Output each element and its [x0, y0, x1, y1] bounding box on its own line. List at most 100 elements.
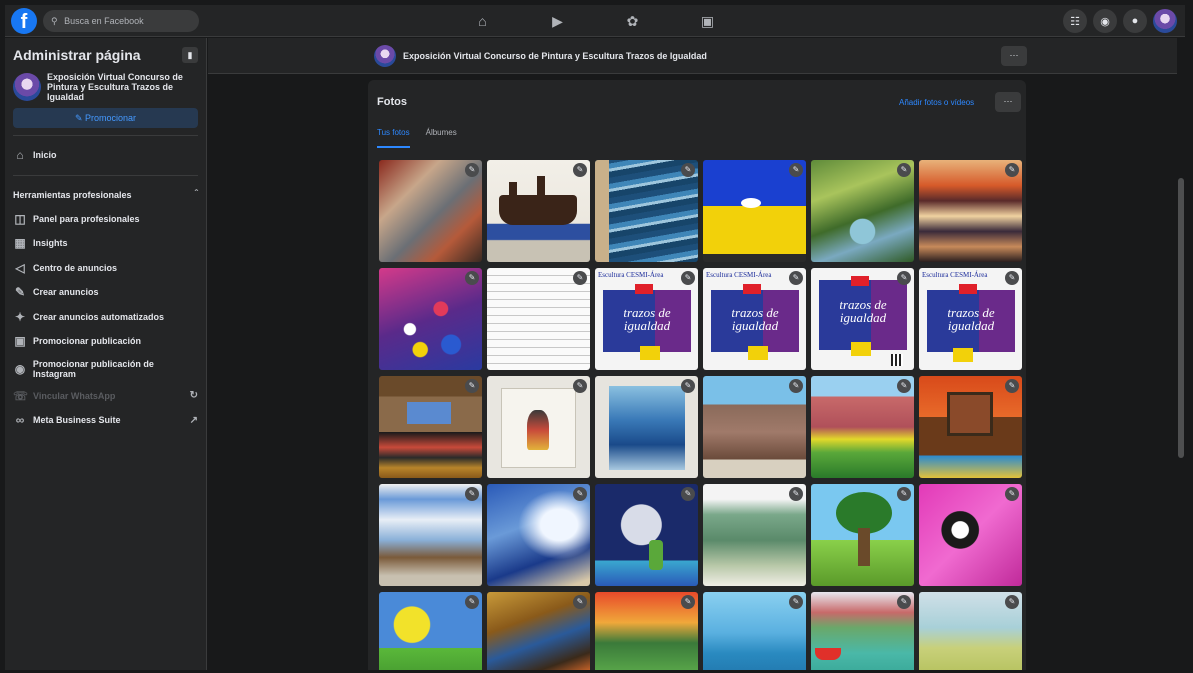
photo-thumbnail[interactable]: ✎ — [703, 484, 806, 586]
photo-thumbnail[interactable]: Escultura CESMI-Área trazos de igualdad … — [919, 268, 1022, 370]
photo-thumbnail[interactable]: Escultura CESMI-Área trazos de igualdad … — [595, 268, 698, 370]
photo-thumbnail[interactable]: ✎ — [487, 376, 590, 478]
photo-thumbnail[interactable]: ✎ — [919, 376, 1022, 478]
edit-pencil-icon[interactable]: ✎ — [789, 271, 803, 285]
edit-pencil-icon[interactable]: ✎ — [573, 163, 587, 177]
edit-pencil-icon[interactable]: ✎ — [897, 163, 911, 177]
photo-thumbnail[interactable]: ✎ — [595, 376, 698, 478]
photo-thumbnail[interactable]: ✎ — [811, 376, 914, 478]
photo-thumbnail[interactable]: ✎ — [703, 160, 806, 262]
edit-pencil-icon[interactable]: ✎ — [789, 379, 803, 393]
photo-thumbnail[interactable]: ✎ — [595, 160, 698, 262]
tools-section-header[interactable]: Herramientas profesionales ˆ — [13, 183, 198, 207]
edit-pencil-icon[interactable]: ✎ — [897, 271, 911, 285]
sidebar-item-label: Inicio — [33, 150, 57, 161]
page-title[interactable]: Exposición Virtual Concurso de Pintura y… — [403, 51, 707, 61]
add-photos-link[interactable]: Añadir fotos o vídeos — [899, 98, 974, 107]
photo-thumbnail[interactable]: ✎ — [811, 484, 914, 586]
photo-thumbnail[interactable]: trazos de igualdad ✎ — [811, 268, 914, 370]
edit-pencil-icon[interactable]: ✎ — [573, 595, 587, 609]
bell-icon[interactable]: ● — [1123, 9, 1147, 33]
photos-more-button[interactable]: ··· — [995, 92, 1021, 112]
photo-thumbnail[interactable]: ✎ — [379, 376, 482, 478]
edit-pencil-icon[interactable]: ✎ — [1005, 487, 1019, 501]
sidebar-item-professional-dashboard[interactable]: ◫ Panel para profesionales — [13, 207, 198, 232]
photo-thumbnail[interactable]: ✎ — [703, 376, 806, 478]
photo-thumbnail[interactable]: ✎ — [487, 160, 590, 262]
sidebar-item-link-whatsapp[interactable]: ☏ Vincular WhatsApp ↻ — [13, 384, 198, 409]
page-scrollbar[interactable] — [1177, 38, 1185, 670]
sidebar-item-automated-ads[interactable]: ✦ Crear anuncios automatizados — [13, 305, 198, 330]
tab-your-photos[interactable]: Tus fotos — [377, 128, 410, 148]
page-avatar[interactable] — [374, 45, 396, 67]
tab-albums[interactable]: Álbumes — [426, 128, 457, 148]
whatsapp-icon: ☏ — [13, 388, 29, 403]
photo-thumbnail[interactable]: ✎ — [379, 592, 482, 670]
edit-pencil-icon[interactable]: ✎ — [465, 271, 479, 285]
menu-grid-icon[interactable]: ☷ — [1063, 9, 1087, 33]
sidebar-item-inicio[interactable]: ⌂ Inicio — [13, 143, 198, 168]
collapse-sidebar-icon[interactable]: ▮ — [182, 47, 198, 63]
profile-avatar[interactable] — [1153, 9, 1177, 33]
edit-pencil-icon[interactable]: ✎ — [681, 487, 695, 501]
edit-pencil-icon[interactable]: ✎ — [465, 595, 479, 609]
photo-thumbnail[interactable]: ✎ — [379, 484, 482, 586]
gaming-icon[interactable]: ▣ — [670, 5, 745, 37]
search-input[interactable]: ⚲ Busca en Facebook — [43, 10, 199, 32]
edit-pencil-icon[interactable]: ✎ — [573, 379, 587, 393]
promote-button[interactable]: ✎ Promocionar — [13, 108, 198, 128]
groups-icon[interactable]: ✿ — [595, 5, 670, 37]
photo-thumbnail[interactable]: ✎ — [919, 484, 1022, 586]
scrollbar-thumb[interactable] — [1178, 178, 1184, 458]
sidebar-item-create-ads[interactable]: ✎ Crear anuncios — [13, 280, 198, 305]
sidebar-item-boost-post[interactable]: ▣ Promocionar publicación — [13, 329, 198, 354]
promote-label: Promocionar — [85, 113, 137, 123]
edit-pencil-icon[interactable]: ✎ — [789, 487, 803, 501]
edit-pencil-icon[interactable]: ✎ — [681, 163, 695, 177]
photo-thumbnail[interactable]: ✎ — [919, 160, 1022, 262]
edit-pencil-icon[interactable]: ✎ — [681, 271, 695, 285]
edit-pencil-icon[interactable]: ✎ — [465, 379, 479, 393]
page-more-button[interactable]: ··· — [1001, 46, 1027, 66]
photo-thumbnail[interactable]: ✎ — [487, 484, 590, 586]
photo-thumbnail[interactable]: ✎ — [595, 592, 698, 670]
edit-pencil-icon[interactable]: ✎ — [573, 487, 587, 501]
photo-thumbnail[interactable]: Escultura CESMI-Área trazos de igualdad … — [703, 268, 806, 370]
photo-thumbnail[interactable]: ✎ — [487, 268, 590, 370]
edit-pencil-icon[interactable]: ✎ — [573, 271, 587, 285]
messenger-icon[interactable]: ◉ — [1093, 9, 1117, 33]
edit-pencil-icon[interactable]: ✎ — [1005, 595, 1019, 609]
edit-pencil-icon[interactable]: ✎ — [897, 595, 911, 609]
photo-thumbnail[interactable]: ✎ — [487, 592, 590, 670]
edit-pencil-icon[interactable]: ✎ — [789, 595, 803, 609]
edit-pencil-icon[interactable]: ✎ — [1005, 379, 1019, 393]
edit-pencil-icon[interactable]: ✎ — [681, 595, 695, 609]
poster-title-text: trazos de igualdad — [839, 297, 887, 325]
sidebar-item-ad-center[interactable]: ◁ Centro de anuncios — [13, 256, 198, 281]
watch-icon[interactable]: ▶ — [520, 5, 595, 37]
photo-thumbnail[interactable]: ✎ — [595, 484, 698, 586]
sidebar-item-insights[interactable]: ▦ Insights — [13, 231, 198, 256]
facebook-logo[interactable]: f — [11, 8, 37, 34]
megaphone-icon: ✎ — [74, 113, 85, 123]
photo-thumbnail[interactable]: ✎ — [703, 592, 806, 670]
photo-thumbnail[interactable]: ✎ — [811, 160, 914, 262]
edit-pencil-icon[interactable]: ✎ — [1005, 163, 1019, 177]
edit-pencil-icon[interactable]: ✎ — [897, 379, 911, 393]
home-icon[interactable]: ⌂ — [445, 5, 520, 37]
sidebar-item-boost-instagram[interactable]: ◉ Promocionar publicación de Instagram — [13, 354, 198, 384]
photo-thumbnail[interactable]: ✎ — [811, 592, 914, 670]
page-switcher[interactable]: Exposición Virtual Concurso de Pintura y… — [13, 72, 198, 102]
edit-pencil-icon[interactable]: ✎ — [465, 487, 479, 501]
photo-thumbnail[interactable]: ✎ — [379, 160, 482, 262]
photo-thumbnail[interactable]: ✎ — [919, 592, 1022, 670]
edit-pencil-icon[interactable]: ✎ — [1005, 271, 1019, 285]
edit-pencil-icon[interactable]: ✎ — [681, 379, 695, 393]
edit-pencil-icon[interactable]: ✎ — [789, 163, 803, 177]
sidebar-item-meta-business-suite[interactable]: ∞ Meta Business Suite ↗ — [13, 408, 198, 433]
edit-pencil-icon[interactable]: ✎ — [465, 163, 479, 177]
photo-thumbnail[interactable]: ✎ — [379, 268, 482, 370]
poster-title-text: trazos de igualdad — [623, 305, 671, 333]
photos-card: Fotos Añadir fotos o vídeos ··· Tus foto… — [368, 80, 1026, 670]
edit-pencil-icon[interactable]: ✎ — [897, 487, 911, 501]
